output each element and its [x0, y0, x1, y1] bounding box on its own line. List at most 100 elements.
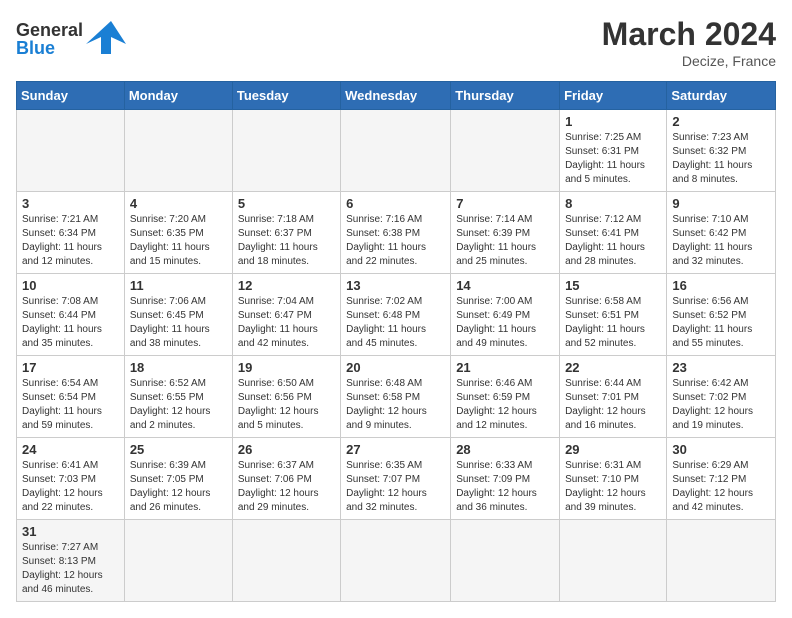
calendar-cell: 24 Sunrise: 6:41 AM Sunset: 7:03 PM Dayli… [17, 438, 125, 520]
calendar-cell [451, 110, 560, 192]
calendar-header-row: SundayMondayTuesdayWednesdayThursdayFrid… [17, 82, 776, 110]
day-info: Sunrise: 7:10 AM Sunset: 6:42 PM Dayligh… [672, 213, 770, 269]
calendar-cell [341, 520, 451, 602]
col-header-wednesday: Wednesday [341, 82, 451, 110]
calendar-cell: 29 Sunrise: 6:31 AM Sunset: 7:10 PM Dayli… [560, 438, 667, 520]
day-info: Sunrise: 6:39 AM Sunset: 7:05 PM Dayligh… [130, 459, 227, 515]
col-header-tuesday: Tuesday [232, 82, 340, 110]
day-number: 1 [565, 114, 661, 129]
calendar-cell: 10Sunrise: 7:08 AM Sunset: 6:44 PM Dayli… [17, 274, 125, 356]
calendar-cell [560, 520, 667, 602]
calendar-cell: 30 Sunrise: 6:29 AM Sunset: 7:12 PM Dayli… [667, 438, 776, 520]
calendar-cell: 12Sunrise: 7:04 AM Sunset: 6:47 PM Dayli… [232, 274, 340, 356]
day-info: Sunrise: 6:41 AM Sunset: 7:03 PM Dayligh… [22, 459, 119, 515]
day-info: Sunrise: 7:27 AM Sunset: 8:13 PM Dayligh… [22, 541, 119, 597]
calendar-table: SundayMondayTuesdayWednesdayThursdayFrid… [16, 81, 776, 602]
calendar-cell: 6Sunrise: 7:16 AM Sunset: 6:38 PM Daylig… [341, 192, 451, 274]
day-info: Sunrise: 6:44 AM Sunset: 7:01 PM Dayligh… [565, 377, 661, 433]
day-info: Sunrise: 7:14 AM Sunset: 6:39 PM Dayligh… [456, 213, 554, 269]
calendar-cell [232, 520, 340, 602]
calendar-cell: 4 Sunrise: 7:20 AM Sunset: 6:35 PM Daylig… [124, 192, 232, 274]
day-number: 30 [672, 442, 770, 457]
calendar-cell: 26Sunrise: 6:37 AM Sunset: 7:06 PM Dayli… [232, 438, 340, 520]
day-info: Sunrise: 7:06 AM Sunset: 6:45 PM Dayligh… [130, 295, 227, 351]
col-header-monday: Monday [124, 82, 232, 110]
calendar-week-row: 31Sunrise: 7:27 AM Sunset: 8:13 PM Dayli… [17, 520, 776, 602]
day-number: 9 [672, 196, 770, 211]
calendar-cell [232, 110, 340, 192]
col-header-thursday: Thursday [451, 82, 560, 110]
calendar-cell [124, 110, 232, 192]
day-info: Sunrise: 6:56 AM Sunset: 6:52 PM Dayligh… [672, 295, 770, 351]
day-number: 17 [22, 360, 119, 375]
day-info: Sunrise: 7:20 AM Sunset: 6:35 PM Dayligh… [130, 213, 227, 269]
day-number: 25 [130, 442, 227, 457]
calendar-cell: 23 Sunrise: 6:42 AM Sunset: 7:02 PM Dayli… [667, 356, 776, 438]
location: Decize, France [602, 53, 776, 69]
day-number: 2 [672, 114, 770, 129]
day-number: 12 [238, 278, 335, 293]
day-info: Sunrise: 6:58 AM Sunset: 6:51 PM Dayligh… [565, 295, 661, 351]
calendar-cell [124, 520, 232, 602]
day-info: Sunrise: 6:54 AM Sunset: 6:54 PM Dayligh… [22, 377, 119, 433]
day-info: Sunrise: 6:42 AM Sunset: 7:02 PM Dayligh… [672, 377, 770, 433]
calendar-cell: 3Sunrise: 7:21 AM Sunset: 6:34 PM Daylig… [17, 192, 125, 274]
calendar-cell: 13 Sunrise: 7:02 AM Sunset: 6:48 PM Dayli… [341, 274, 451, 356]
col-header-sunday: Sunday [17, 82, 125, 110]
logo-svg: General Blue [16, 16, 136, 61]
day-number: 19 [238, 360, 335, 375]
day-info: Sunrise: 7:02 AM Sunset: 6:48 PM Dayligh… [346, 295, 445, 351]
day-info: Sunrise: 6:31 AM Sunset: 7:10 PM Dayligh… [565, 459, 661, 515]
day-info: Sunrise: 6:35 AM Sunset: 7:07 PM Dayligh… [346, 459, 445, 515]
day-number: 20 [346, 360, 445, 375]
day-number: 15 [565, 278, 661, 293]
day-info: Sunrise: 6:48 AM Sunset: 6:58 PM Dayligh… [346, 377, 445, 433]
page-header: General Blue March 2024 Decize, France [16, 16, 776, 69]
day-info: Sunrise: 7:16 AM Sunset: 6:38 PM Dayligh… [346, 213, 445, 269]
day-number: 27 [346, 442, 445, 457]
calendar-cell: 7Sunrise: 7:14 AM Sunset: 6:39 PM Daylig… [451, 192, 560, 274]
calendar-cell: 15 Sunrise: 6:58 AM Sunset: 6:51 PM Dayli… [560, 274, 667, 356]
calendar-cell: 2 Sunrise: 7:23 AM Sunset: 6:32 PM Daylig… [667, 110, 776, 192]
day-info: Sunrise: 7:23 AM Sunset: 6:32 PM Dayligh… [672, 131, 770, 187]
day-number: 4 [130, 196, 227, 211]
day-number: 13 [346, 278, 445, 293]
title-block: March 2024 Decize, France [602, 16, 776, 69]
calendar-week-row: 1Sunrise: 7:25 AM Sunset: 6:31 PM Daylig… [17, 110, 776, 192]
day-number: 28 [456, 442, 554, 457]
month-title: March 2024 [602, 16, 776, 53]
calendar-cell [451, 520, 560, 602]
day-number: 29 [565, 442, 661, 457]
calendar-cell: 11 Sunrise: 7:06 AM Sunset: 6:45 PM Dayli… [124, 274, 232, 356]
calendar-cell: 18Sunrise: 6:52 AM Sunset: 6:55 PM Dayli… [124, 356, 232, 438]
day-info: Sunrise: 6:37 AM Sunset: 7:06 PM Dayligh… [238, 459, 335, 515]
day-info: Sunrise: 6:29 AM Sunset: 7:12 PM Dayligh… [672, 459, 770, 515]
day-number: 22 [565, 360, 661, 375]
calendar-cell: 8Sunrise: 7:12 AM Sunset: 6:41 PM Daylig… [560, 192, 667, 274]
day-info: Sunrise: 6:50 AM Sunset: 6:56 PM Dayligh… [238, 377, 335, 433]
calendar-cell [667, 520, 776, 602]
calendar-cell: 19 Sunrise: 6:50 AM Sunset: 6:56 PM Dayli… [232, 356, 340, 438]
calendar-cell: 16 Sunrise: 6:56 AM Sunset: 6:52 PM Dayli… [667, 274, 776, 356]
day-number: 3 [22, 196, 119, 211]
col-header-friday: Friday [560, 82, 667, 110]
day-number: 16 [672, 278, 770, 293]
col-header-saturday: Saturday [667, 82, 776, 110]
calendar-week-row: 3Sunrise: 7:21 AM Sunset: 6:34 PM Daylig… [17, 192, 776, 274]
day-number: 23 [672, 360, 770, 375]
day-number: 11 [130, 278, 227, 293]
calendar-cell: 1Sunrise: 7:25 AM Sunset: 6:31 PM Daylig… [560, 110, 667, 192]
calendar-cell [17, 110, 125, 192]
calendar-week-row: 17 Sunrise: 6:54 AM Sunset: 6:54 PM Dayli… [17, 356, 776, 438]
day-number: 14 [456, 278, 554, 293]
calendar-cell: 5Sunrise: 7:18 AM Sunset: 6:37 PM Daylig… [232, 192, 340, 274]
day-number: 8 [565, 196, 661, 211]
calendar-cell: 17 Sunrise: 6:54 AM Sunset: 6:54 PM Dayli… [17, 356, 125, 438]
calendar-cell: 9 Sunrise: 7:10 AM Sunset: 6:42 PM Daylig… [667, 192, 776, 274]
day-info: Sunrise: 7:08 AM Sunset: 6:44 PM Dayligh… [22, 295, 119, 351]
logo: General Blue [16, 16, 136, 61]
calendar-cell: 25 Sunrise: 6:39 AM Sunset: 7:05 PM Dayli… [124, 438, 232, 520]
day-number: 24 [22, 442, 119, 457]
calendar-cell [341, 110, 451, 192]
calendar-cell: 27 Sunrise: 6:35 AM Sunset: 7:07 PM Dayli… [341, 438, 451, 520]
